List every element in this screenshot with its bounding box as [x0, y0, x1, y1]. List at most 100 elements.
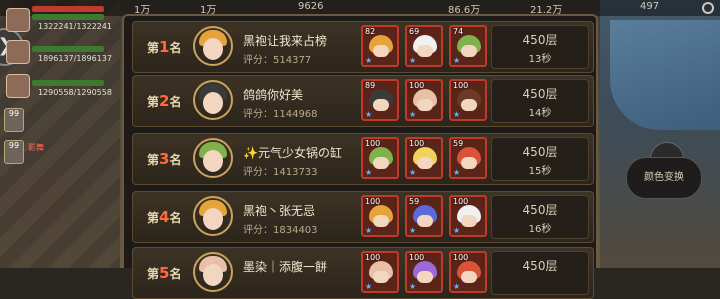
player-stats: 1322241/1322241 [38, 22, 112, 31]
rank-number: 2 [159, 92, 170, 110]
rank-prefix: 第 [147, 95, 160, 109]
player-score: 评分：514377 [243, 55, 312, 66]
star-icon: ★ [365, 110, 373, 119]
clear-time: 13秒 [528, 54, 552, 65]
hero-face [461, 215, 477, 227]
hero-card[interactable]: 100 ★ [361, 195, 399, 237]
hero-face [373, 157, 389, 169]
floor-reached: 450层 [522, 87, 558, 101]
leaderboard-row[interactable]: 第1名 黑袍让我来占榜 评分：514377 82 ★ 69 ★ 74 ★ 450… [132, 21, 594, 73]
avatar-face [203, 150, 223, 172]
result-box: 450层 15秒 [491, 137, 589, 181]
leaderboard-panel: 第1名 黑袍让我来占榜 评分：514377 82 ★ 69 ★ 74 ★ 450… [122, 14, 598, 299]
star-icon: ★ [365, 282, 373, 291]
hero-card[interactable]: 100 ★ [405, 251, 443, 293]
hp-bar [32, 14, 104, 20]
hero-card[interactable]: 100 ★ [405, 137, 443, 179]
player-stats: 1290558/1290558 [38, 88, 112, 97]
avatar-face [203, 38, 223, 60]
player-score: 评分：1834403 [243, 225, 318, 236]
hero-card[interactable]: 100 ★ [361, 137, 399, 179]
hero-card[interactable]: 59 ★ [449, 137, 487, 179]
hero-card[interactable]: 100 ★ [449, 251, 487, 293]
hero-card[interactable]: 74 ★ [449, 25, 487, 67]
rank-suffix: 名 [169, 153, 182, 167]
hero-card[interactable]: 69 ★ [405, 25, 443, 67]
player-stats: 1896137/1896137 [38, 54, 112, 63]
player-avatar[interactable] [193, 196, 233, 236]
player-avatar[interactable] [193, 80, 233, 120]
clear-time: 16秒 [528, 224, 552, 235]
hero-card[interactable]: 100 ★ [449, 195, 487, 237]
player-avatar[interactable] [193, 26, 233, 66]
rank-prefix: 第 [147, 41, 160, 55]
rank-prefix: 第 [147, 267, 160, 281]
hero-level: 82 [365, 27, 376, 36]
rank-label: 第2名 [147, 92, 181, 110]
rank-suffix: 名 [169, 41, 182, 55]
resource-value: 9626 [298, 1, 324, 12]
hero-face [417, 45, 433, 57]
player-avatar[interactable] [193, 138, 233, 178]
sidebar-player-entry[interactable]: 1290558/1290558 [4, 72, 114, 112]
player-avatar [6, 8, 30, 32]
hero-face [373, 45, 389, 57]
star-icon: ★ [453, 226, 461, 235]
hp-bar [32, 80, 104, 86]
hero-face [461, 45, 477, 57]
sidebar-level-chip[interactable]: 99 [4, 108, 24, 132]
player-name: 墨染｜添腹一餅 [243, 260, 328, 274]
rank-suffix: 名 [169, 211, 182, 225]
star-icon: ★ [409, 56, 417, 65]
star-icon: ★ [453, 110, 461, 119]
player-name: 黑袍丶张无忌 [243, 204, 316, 218]
player-name: 鸽鸽你好美 [243, 88, 304, 102]
player-score: 评分：1144968 [243, 109, 318, 120]
star-icon: ★ [453, 168, 461, 177]
hero-face [417, 157, 433, 169]
rank-number: 4 [159, 208, 170, 226]
rank-prefix: 第 [147, 211, 160, 225]
leaderboard-row[interactable]: 第5名 墨染｜添腹一餅 100 ★ 100 ★ 100 ★ 450层 [132, 247, 594, 299]
floor-reached: 450层 [522, 33, 558, 47]
hero-card[interactable]: 100 ★ [361, 251, 399, 293]
hero-card[interactable]: 82 ★ [361, 25, 399, 67]
player-avatar[interactable] [193, 252, 233, 292]
hero-card[interactable]: 89 ★ [361, 79, 399, 121]
hero-face [417, 99, 433, 111]
star-icon: ★ [453, 282, 461, 291]
result-box: 450层 16秒 [491, 195, 589, 239]
floor-reached: 450层 [522, 259, 558, 273]
sidebar-level-chip[interactable]: 99 [4, 140, 24, 164]
hero-level: 89 [365, 81, 376, 90]
settings-gear-icon[interactable] [702, 2, 714, 14]
rank-number: 3 [159, 150, 170, 168]
hero-face [373, 271, 389, 283]
hero-card[interactable]: 100 ★ [449, 79, 487, 121]
star-icon: ★ [409, 226, 417, 235]
clear-time: 15秒 [528, 166, 552, 177]
background-water [610, 20, 720, 130]
leaderboard-row[interactable]: 第3名 ✨元气少女锅の缸 评分：1413733 100 ★ 100 ★ 59 ★… [132, 133, 594, 185]
star-icon: ★ [409, 168, 417, 177]
star-icon: ★ [409, 110, 417, 119]
player-avatar [6, 74, 30, 98]
avatar-face [203, 92, 223, 114]
hero-face [461, 271, 477, 283]
avatar-face [203, 264, 223, 286]
hero-level: 59 [453, 139, 464, 148]
star-icon: ★ [365, 168, 373, 177]
hero-face [461, 157, 477, 169]
result-box: 450层 [491, 251, 589, 295]
hero-level: 74 [453, 27, 464, 36]
hero-face [373, 215, 389, 227]
leaderboard-row[interactable]: 第2名 鸽鸽你好美 评分：1144968 89 ★ 100 ★ 100 ★ 45… [132, 75, 594, 127]
hero-level: 69 [409, 27, 420, 36]
hero-card[interactable]: 59 ★ [405, 195, 443, 237]
leaderboard-row[interactable]: 第4名 黑袍丶张无忌 评分：1834403 100 ★ 59 ★ 100 ★ 4… [132, 191, 594, 243]
color-swap-button[interactable]: 颜色变换 [626, 157, 702, 199]
rank-number: 5 [159, 264, 170, 282]
sidebar-tag: 影舞 [28, 143, 44, 152]
floor-reached: 450层 [522, 203, 558, 217]
hero-card[interactable]: 100 ★ [405, 79, 443, 121]
